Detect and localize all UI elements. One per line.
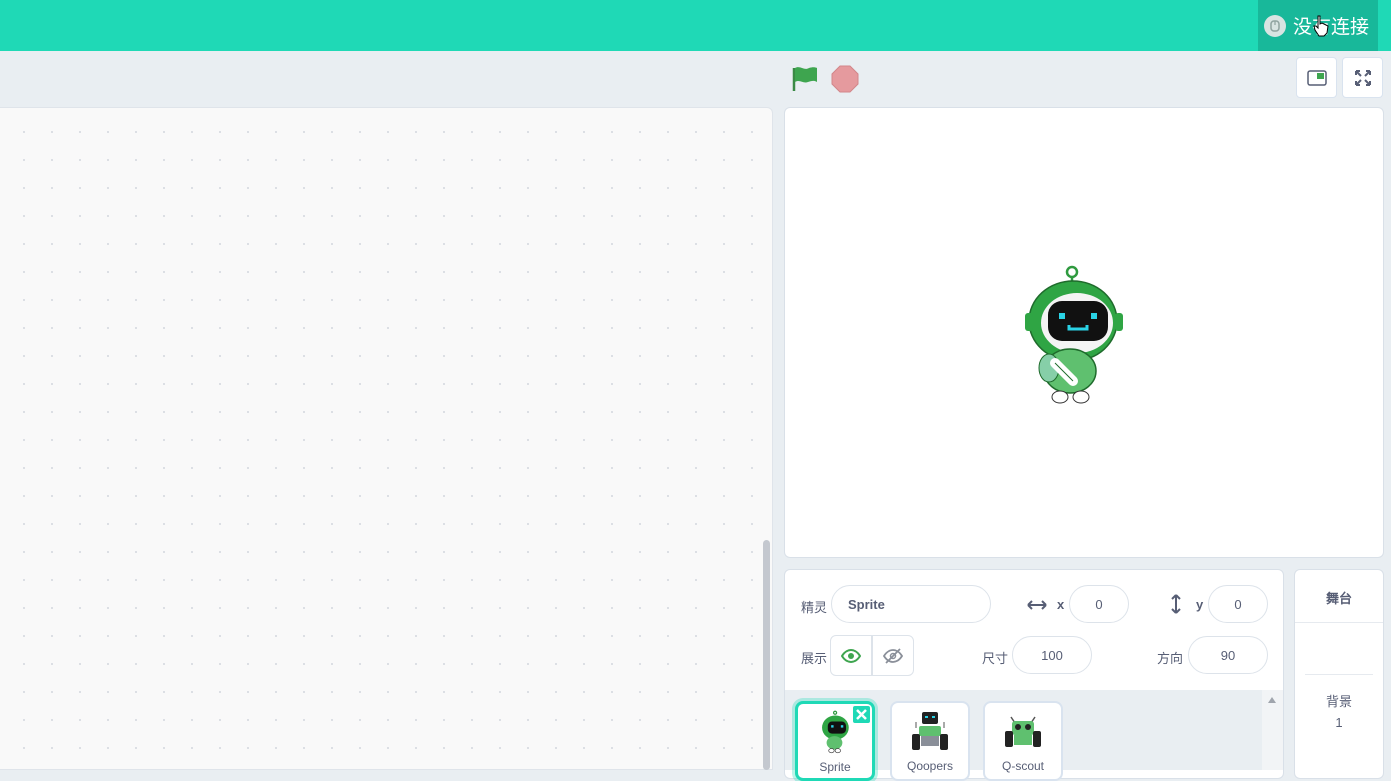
workspace-scrollbar[interactable]	[763, 540, 770, 770]
stage-panel-title: 舞台	[1325, 591, 1352, 606]
y-arrow-icon	[1171, 594, 1181, 614]
x-input[interactable]: 0	[1069, 585, 1129, 623]
robot-sprite-icon[interactable]	[1025, 263, 1125, 408]
green-flag-icon	[792, 67, 817, 91]
robot-sprite-thumb-icon	[822, 710, 849, 754]
fullscreen-icon	[1354, 69, 1371, 86]
close-icon	[856, 709, 867, 720]
sprite-thumb-sprite[interactable]: Sprite	[795, 701, 875, 781]
backdrop-thumbnail-area	[1305, 674, 1373, 675]
sprite-label: 精灵	[801, 600, 828, 615]
x-label: x	[1057, 597, 1065, 612]
eye-hidden-icon	[883, 647, 903, 664]
y-input[interactable]: 0	[1208, 585, 1268, 623]
menu-bar	[0, 0, 1391, 51]
green-flag-button[interactable]	[790, 64, 820, 94]
stop-icon	[831, 65, 859, 93]
small-stage-icon	[1306, 69, 1327, 86]
sprite-thumb-q-scout[interactable]: Q-scout	[983, 701, 1063, 781]
y-label: y	[1196, 597, 1204, 612]
q-scout-robot-icon	[1005, 716, 1041, 747]
sprite-list-scrollbar[interactable]	[1262, 690, 1283, 770]
stage-selector-panel[interactable]: 舞台 背景 1	[1294, 569, 1384, 779]
backdrop-label: 背景	[1325, 694, 1352, 709]
backdrop-count: 1	[1335, 715, 1343, 730]
fullscreen-button[interactable]	[1342, 57, 1383, 98]
scroll-up-icon[interactable]	[1267, 696, 1277, 704]
sprite-thumb-name: Qoopers	[906, 759, 954, 773]
size-label: 尺寸	[982, 651, 1009, 666]
pointer-cursor-icon	[1313, 15, 1329, 37]
show-sprite-button[interactable]	[830, 635, 872, 676]
hide-sprite-button[interactable]	[872, 635, 914, 676]
show-label: 展示	[801, 651, 828, 666]
qoopers-robot-icon	[912, 712, 948, 750]
size-input[interactable]: 100	[1012, 636, 1092, 674]
sprite-name-input[interactable]: Sprite	[831, 585, 991, 623]
eye-icon	[841, 648, 861, 663]
direction-input[interactable]: 90	[1188, 636, 1268, 674]
sprite-thumb-name: Q-scout	[1001, 759, 1044, 773]
code-workspace[interactable]	[0, 107, 773, 770]
connection-status-label: 没有连接	[1293, 17, 1370, 38]
direction-label: 方向	[1157, 651, 1184, 666]
device-icon	[1264, 14, 1286, 37]
delete-sprite-button[interactable]	[853, 706, 870, 723]
sprite-thumb-qoopers[interactable]: Qoopers	[890, 701, 970, 781]
small-stage-button[interactable]	[1296, 57, 1337, 98]
sprite-thumb-name: Sprite	[819, 760, 851, 774]
stop-button[interactable]	[830, 64, 860, 94]
x-arrow-icon	[1027, 600, 1047, 610]
stage-panel-divider	[1295, 622, 1383, 623]
stage-toolbar	[0, 51, 1391, 107]
stage-canvas[interactable]	[784, 107, 1384, 558]
